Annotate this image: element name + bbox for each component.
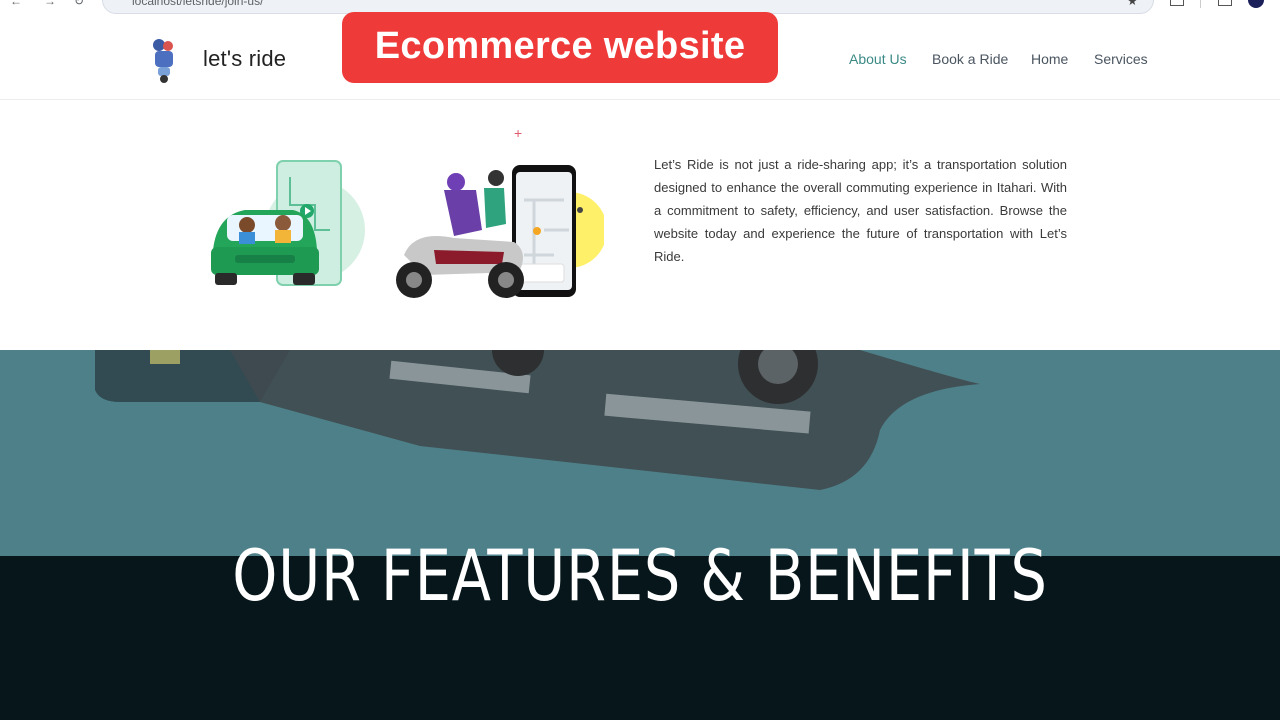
forward-icon[interactable]: → [44, 0, 56, 8]
features-hero: OUR FEATURES & BENEFITS [0, 350, 1280, 720]
nav-services[interactable]: Services [1094, 51, 1148, 67]
reload-icon[interactable]: ↻ [74, 0, 84, 8]
nav-about-us[interactable]: About Us [849, 51, 907, 67]
address-bar-url[interactable]: localhost/letsride/join-us/ [132, 0, 263, 8]
about-section: + Let’s Ride is not just a ride-sharing … [0, 100, 1280, 350]
banner-text: Ecommerce website [374, 25, 746, 67]
road-background-graphic [95, 350, 980, 490]
features-heading: OUR FEATURES & BENEFITS [232, 535, 1048, 617]
motorbike-ride-illustration [396, 165, 604, 298]
car-ride-illustration [211, 160, 365, 286]
about-paragraph: Let’s Ride is not just a ride-sharing ap… [654, 157, 1067, 264]
nav-book-a-ride[interactable]: Book a Ride [932, 51, 1008, 67]
bookmark-star-icon[interactable]: ★ [1127, 0, 1138, 8]
brand-name[interactable]: let's ride [203, 46, 286, 72]
sparkle-icon: + [514, 125, 523, 141]
downloads-icon[interactable] [1218, 0, 1232, 6]
back-icon[interactable]: ← [10, 0, 22, 8]
scooter-logo-icon[interactable] [148, 36, 180, 84]
profile-avatar[interactable] [1248, 0, 1264, 8]
extension-icon[interactable] [1170, 0, 1184, 6]
toolbar-divider [1200, 0, 1201, 8]
nav-home[interactable]: Home [1031, 51, 1068, 67]
ecommerce-banner: Ecommerce website [342, 12, 778, 83]
